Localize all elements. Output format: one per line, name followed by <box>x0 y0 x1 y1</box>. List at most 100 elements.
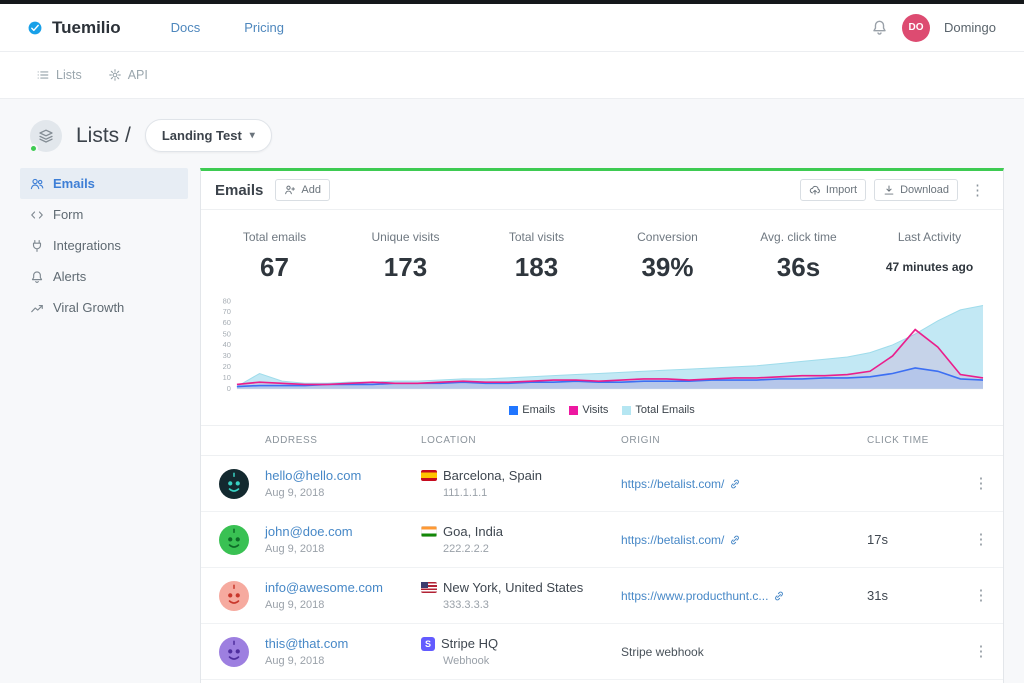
svg-text:70: 70 <box>223 307 231 316</box>
user-avatar[interactable]: DO <box>902 14 930 42</box>
table-row: this@that.com Aug 9, 2018 SStripe HQ Web… <box>201 624 1003 680</box>
stat-unique-visits: Unique visits 173 <box>340 230 471 283</box>
avatar <box>219 581 249 611</box>
legend-swatch <box>569 406 578 415</box>
email-link[interactable]: hello@hello.com <box>265 468 421 483</box>
sidebar: EmailsFormIntegrationsAlertsViral Growth <box>20 168 188 323</box>
svg-text:40: 40 <box>223 340 231 349</box>
origin-link[interactable]: https://www.producthunt.c... <box>621 589 785 603</box>
row-kebab-menu-icon[interactable]: ⋮ <box>959 532 1003 547</box>
email-date: Aug 9, 2018 <box>265 599 421 611</box>
nav-link-docs[interactable]: Docs <box>171 20 201 35</box>
svg-text:20: 20 <box>223 362 231 371</box>
stat-total-emails: Total emails 67 <box>209 230 340 283</box>
list-layers-icon <box>30 120 62 152</box>
page-head: Lists / Landing Test ▾ <box>0 99 1024 168</box>
download-button[interactable]: Download <box>874 179 958 201</box>
chart-area: 01020304050607080 <box>201 285 1003 399</box>
location: New York, United States <box>421 580 621 595</box>
svg-text:0: 0 <box>227 384 231 393</box>
flag-in-icon <box>421 526 437 537</box>
stat-value: 67 <box>209 252 340 283</box>
row-kebab-menu-icon[interactable]: ⋮ <box>959 644 1003 659</box>
import-button[interactable]: Import <box>800 179 866 201</box>
add-button[interactable]: Add <box>275 179 330 201</box>
brand-name: Tuemilio <box>52 18 121 38</box>
header-right: DO Domingo <box>871 14 996 42</box>
table-row: john@doe.com Aug 9, 2018 Goa, India 222.… <box>201 512 1003 568</box>
table-row: info@awesome.com Aug 9, 2018 New York, U… <box>201 568 1003 624</box>
svg-text:50: 50 <box>223 329 231 338</box>
sidebar-item-alerts[interactable]: Alerts <box>20 261 188 292</box>
bell-icon <box>30 270 44 284</box>
click-time: 31s <box>867 588 959 603</box>
legend-swatch <box>509 406 518 415</box>
svg-text:10: 10 <box>223 373 231 382</box>
location: Goa, India <box>421 524 621 539</box>
stripe-icon: S <box>421 637 435 651</box>
status-dot <box>29 144 38 153</box>
stat-value: 183 <box>471 252 602 283</box>
nav-link-pricing[interactable]: Pricing <box>244 20 284 35</box>
location-sub: 111.1.1.1 <box>443 487 621 499</box>
stat-conversion: Conversion 39% <box>602 230 733 283</box>
user-name[interactable]: Domingo <box>944 20 996 35</box>
email-link[interactable]: info@awesome.com <box>265 580 421 595</box>
card-header: Emails Add Import Download ⋮ <box>201 171 1003 210</box>
col-header-address: ADDRESS <box>265 435 421 446</box>
subnav-lists[interactable]: Lists <box>36 68 82 82</box>
notifications-bell-icon[interactable] <box>871 19 888 36</box>
table-body: hello@hello.com Aug 9, 2018 Barcelona, S… <box>201 456 1003 680</box>
legend-swatch <box>622 406 631 415</box>
sidebar-item-viral-growth[interactable]: Viral Growth <box>20 292 188 323</box>
content: EmailsFormIntegrationsAlertsViral Growth… <box>0 168 1024 683</box>
avatar <box>219 637 249 667</box>
email-link[interactable]: john@doe.com <box>265 524 421 539</box>
link-icon <box>729 534 741 546</box>
sidebar-item-integrations[interactable]: Integrations <box>20 230 188 261</box>
import-cloud-icon <box>809 184 821 196</box>
svg-text:60: 60 <box>223 318 231 327</box>
users-icon <box>30 177 44 191</box>
stat-value: 173 <box>340 252 471 283</box>
emails-table: ADDRESSLOCATIONORIGINCLICK TIME hello@he… <box>201 425 1003 680</box>
sidebar-item-emails[interactable]: Emails <box>20 168 188 199</box>
chart-svg: 01020304050607080 <box>207 297 989 399</box>
svg-text:30: 30 <box>223 351 231 360</box>
card-kebab-menu-icon[interactable]: ⋮ <box>966 183 989 198</box>
selected-list-label: Landing Test <box>162 128 242 143</box>
link-icon <box>773 590 785 602</box>
email-date: Aug 9, 2018 <box>265 543 421 555</box>
email-date: Aug 9, 2018 <box>265 655 421 667</box>
list-selector-dropdown[interactable]: Landing Test ▾ <box>145 119 272 152</box>
list-icon <box>36 68 50 82</box>
stat-label: Total emails <box>209 230 340 244</box>
origin-link[interactable]: https://betalist.com/ <box>621 477 741 491</box>
chevron-down-icon: ▾ <box>250 130 255 141</box>
avatar <box>219 525 249 555</box>
subnav-api[interactable]: API <box>108 68 148 82</box>
stat-value: 39% <box>602 252 733 283</box>
legend-total-emails: Total Emails <box>622 404 694 416</box>
card-header-actions: Import Download ⋮ <box>800 179 989 201</box>
tuemilio-logo-icon <box>28 21 42 35</box>
legend-emails: Emails <box>509 404 555 416</box>
email-link[interactable]: this@that.com <box>265 636 421 651</box>
click-time: 17s <box>867 532 959 547</box>
emails-card: Emails Add Import Download ⋮ Total email… <box>200 168 1004 683</box>
card-title: Emails <box>215 182 263 199</box>
app-header: Tuemilio Docs Pricing DO Domingo <box>0 4 1024 52</box>
row-kebab-menu-icon[interactable]: ⋮ <box>959 588 1003 603</box>
location: SStripe HQ <box>421 636 621 651</box>
link-icon <box>729 478 741 490</box>
table-row: hello@hello.com Aug 9, 2018 Barcelona, S… <box>201 456 1003 512</box>
brand[interactable]: Tuemilio <box>28 18 121 38</box>
row-kebab-menu-icon[interactable]: ⋮ <box>959 476 1003 491</box>
location-sub: Webhook <box>443 655 621 667</box>
stat-label: Avg. click time <box>733 230 864 244</box>
origin-link[interactable]: https://betalist.com/ <box>621 533 741 547</box>
trend-icon <box>30 301 44 315</box>
legend-visits: Visits <box>569 404 608 416</box>
sidebar-item-form[interactable]: Form <box>20 199 188 230</box>
stat-last-activity: Last Activity 47 minutes ago <box>864 230 995 283</box>
